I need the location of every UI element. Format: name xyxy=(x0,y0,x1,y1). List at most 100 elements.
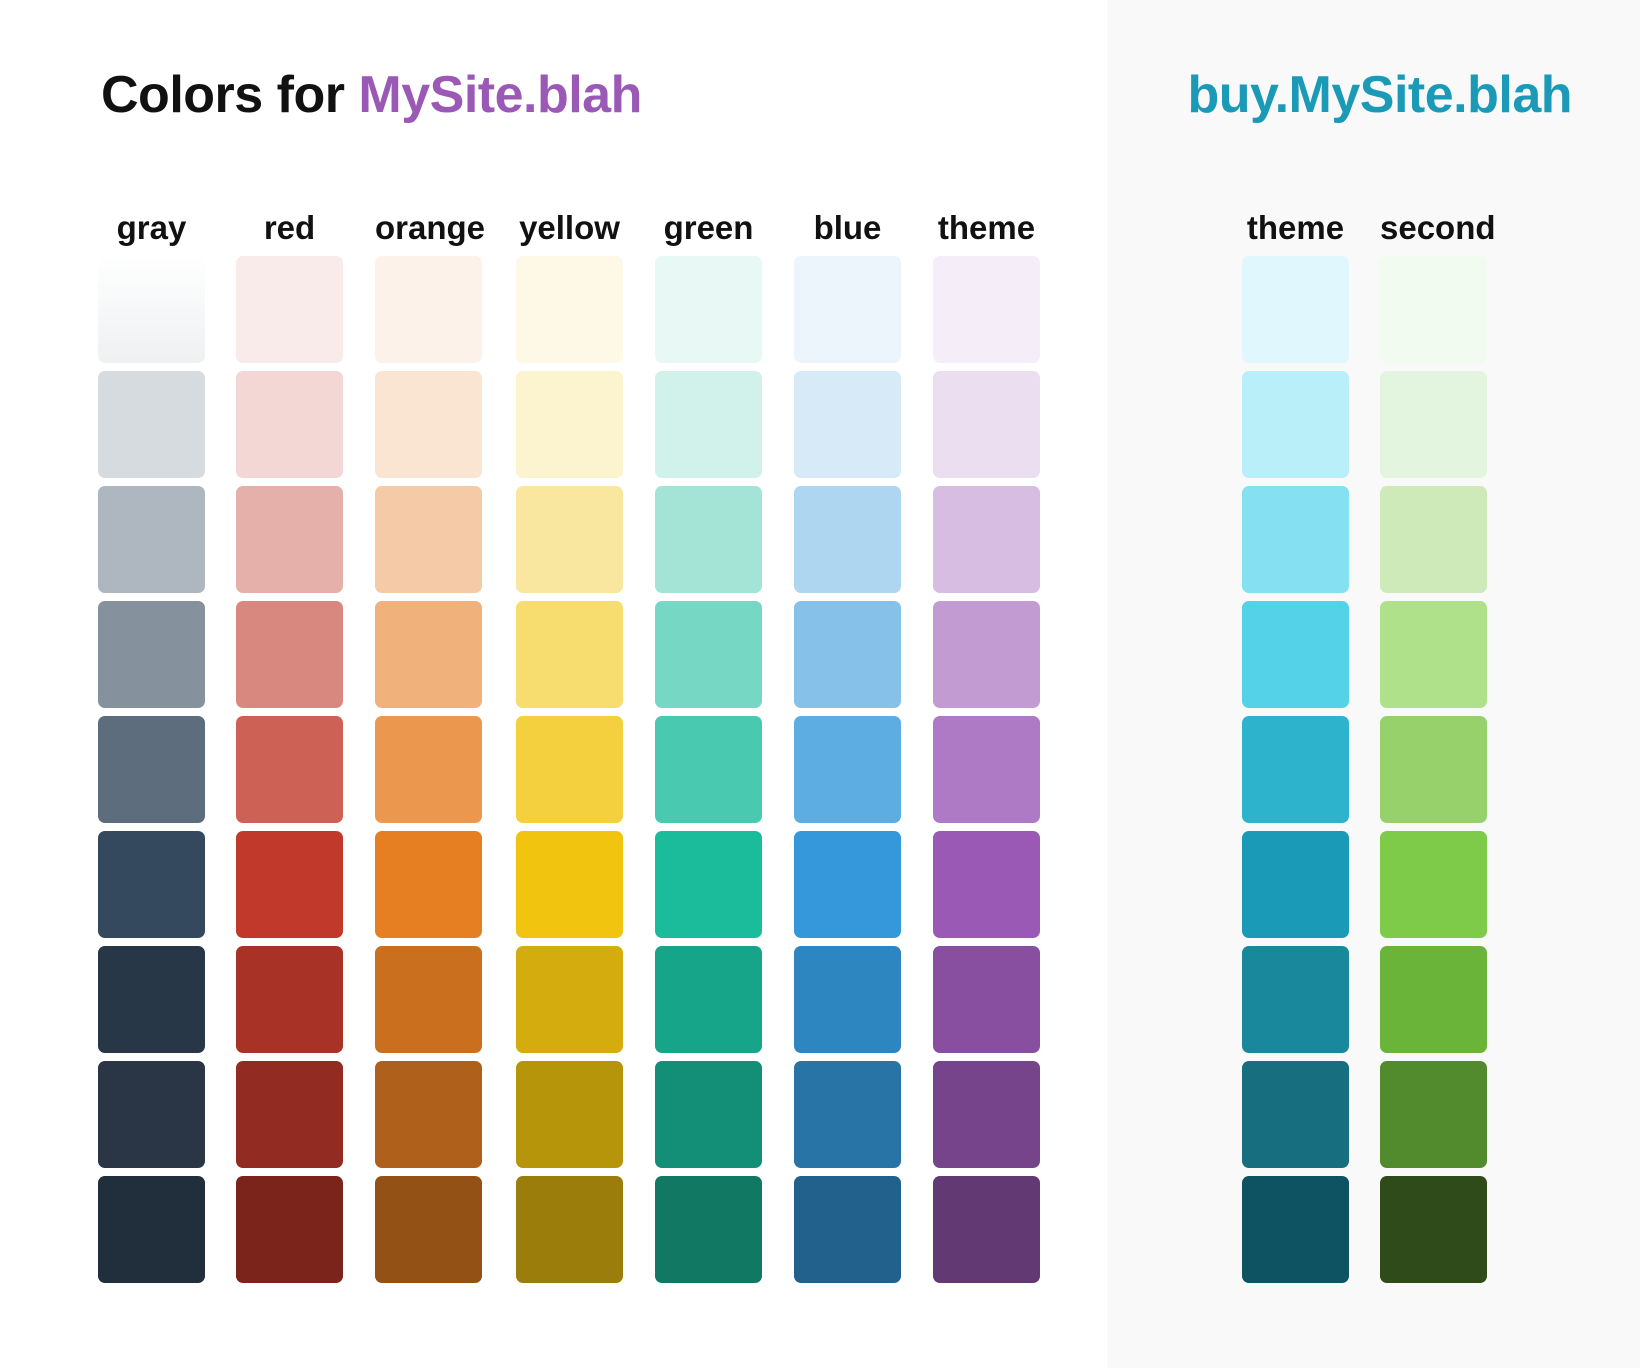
color-swatch xyxy=(236,1061,343,1168)
palette-column-main-orange: orange xyxy=(375,205,486,1283)
color-swatch xyxy=(98,1176,205,1283)
color-swatch xyxy=(1380,831,1487,938)
color-swatch xyxy=(655,831,762,938)
color-swatch xyxy=(1242,716,1349,823)
color-swatch xyxy=(1380,716,1487,823)
color-swatch xyxy=(375,256,482,363)
palette-column-buy-site-theme: theme xyxy=(1242,205,1349,1283)
color-swatch xyxy=(516,256,623,363)
swatch-stack xyxy=(98,256,205,1283)
color-swatch xyxy=(236,831,343,938)
color-swatch xyxy=(98,371,205,478)
color-swatch xyxy=(98,1061,205,1168)
color-swatch xyxy=(655,946,762,1053)
color-swatch xyxy=(375,371,482,478)
color-swatch xyxy=(516,831,623,938)
color-swatch xyxy=(1242,371,1349,478)
color-swatch xyxy=(1380,601,1487,708)
color-swatch xyxy=(655,256,762,363)
color-swatch xyxy=(655,371,762,478)
palette-column-main-theme: theme xyxy=(933,205,1040,1283)
column-label: red xyxy=(263,209,316,246)
palette-column-main-blue: blue xyxy=(794,205,901,1283)
swatch-stack xyxy=(933,256,1040,1283)
color-swatch xyxy=(933,831,1040,938)
column-label: second xyxy=(1380,209,1496,246)
color-swatch xyxy=(794,371,901,478)
color-swatch xyxy=(98,486,205,593)
color-swatch xyxy=(236,486,343,593)
color-swatch xyxy=(375,831,482,938)
color-swatch xyxy=(794,1061,901,1168)
column-label: orange xyxy=(375,209,486,246)
swatch-stack xyxy=(375,256,482,1283)
color-swatch xyxy=(236,946,343,1053)
column-label: blue xyxy=(813,209,882,246)
color-swatch xyxy=(655,601,762,708)
color-swatch xyxy=(375,946,482,1053)
column-label: yellow xyxy=(519,209,620,246)
color-swatch xyxy=(794,946,901,1053)
color-swatch xyxy=(375,1061,482,1168)
swatch-stack xyxy=(236,256,343,1283)
color-palette-page: Colors for MySite.blah buy.MySite.blah g… xyxy=(0,0,1640,1368)
secondary-palette-panel xyxy=(1107,0,1640,1368)
palette-column-main-green: green xyxy=(655,205,762,1283)
color-swatch xyxy=(933,1176,1040,1283)
color-swatch xyxy=(98,831,205,938)
color-swatch xyxy=(1242,831,1349,938)
color-swatch xyxy=(1380,946,1487,1053)
color-swatch xyxy=(236,371,343,478)
color-swatch xyxy=(1380,256,1487,363)
color-swatch xyxy=(1380,1061,1487,1168)
swatch-stack xyxy=(655,256,762,1283)
color-swatch xyxy=(375,716,482,823)
color-swatch xyxy=(375,486,482,593)
color-swatch xyxy=(655,486,762,593)
column-label: green xyxy=(663,209,754,246)
color-swatch xyxy=(516,601,623,708)
color-swatch xyxy=(236,256,343,363)
color-swatch xyxy=(655,1176,762,1283)
color-swatch xyxy=(794,256,901,363)
color-swatch xyxy=(794,486,901,593)
color-swatch xyxy=(98,256,205,363)
color-swatch xyxy=(794,831,901,938)
swatch-stack xyxy=(1242,256,1349,1283)
color-swatch xyxy=(933,371,1040,478)
secondary-site-title: buy.MySite.blah xyxy=(1187,66,1573,124)
color-swatch xyxy=(933,946,1040,1053)
color-swatch xyxy=(375,601,482,708)
color-swatch xyxy=(516,716,623,823)
title-prefix: Colors for xyxy=(101,66,359,124)
color-swatch xyxy=(933,486,1040,593)
color-swatch xyxy=(516,1176,623,1283)
color-swatch xyxy=(1242,946,1349,1053)
color-swatch xyxy=(1380,1176,1487,1283)
column-label: theme xyxy=(1246,209,1345,246)
palette-column-buy-site-second: second xyxy=(1380,205,1496,1283)
color-swatch xyxy=(1380,371,1487,478)
color-swatch xyxy=(933,256,1040,363)
swatch-stack xyxy=(1380,256,1487,1283)
site-name: MySite.blah xyxy=(358,66,642,124)
palette-column-main-gray: gray xyxy=(98,205,205,1283)
color-swatch xyxy=(1242,601,1349,708)
color-swatch xyxy=(1242,256,1349,363)
color-swatch xyxy=(236,716,343,823)
color-swatch xyxy=(516,486,623,593)
color-swatch xyxy=(655,1061,762,1168)
color-swatch xyxy=(236,601,343,708)
color-swatch xyxy=(933,1061,1040,1168)
column-label: theme xyxy=(937,209,1036,246)
column-label: gray xyxy=(116,209,187,246)
palette-column-main-red: red xyxy=(236,205,343,1283)
color-swatch xyxy=(98,601,205,708)
palette-column-main-yellow: yellow xyxy=(516,205,623,1283)
color-swatch xyxy=(794,601,901,708)
color-swatch xyxy=(933,601,1040,708)
color-swatch xyxy=(1380,486,1487,593)
swatch-stack xyxy=(794,256,901,1283)
page-title: Colors for MySite.blah xyxy=(101,62,642,128)
color-swatch xyxy=(375,1176,482,1283)
